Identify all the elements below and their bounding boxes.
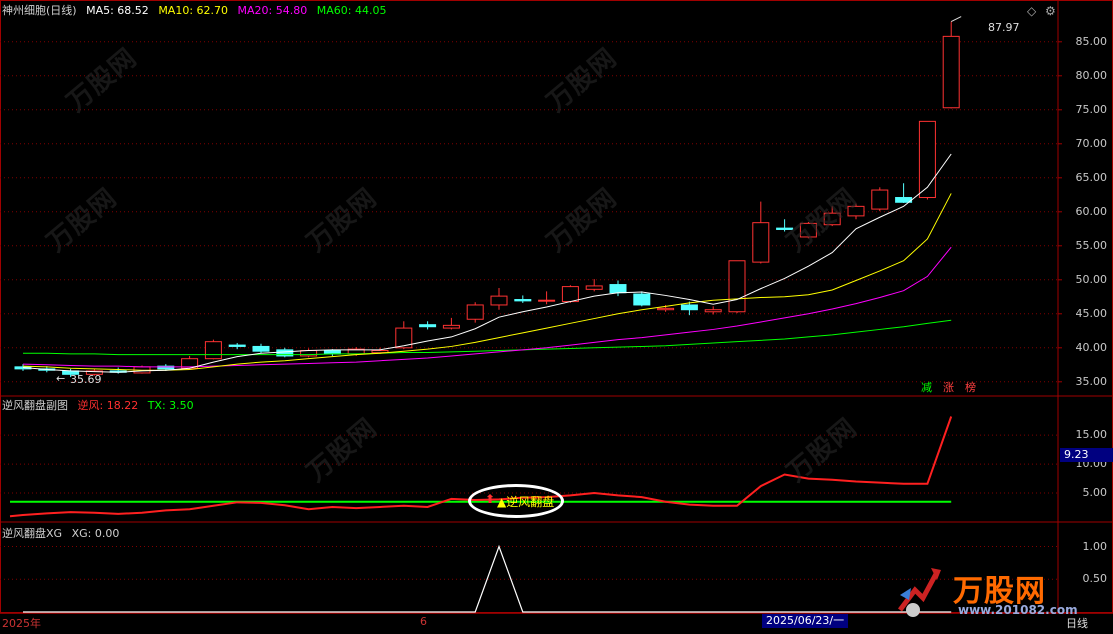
sub2-tick-label: 0.50 <box>1082 572 1108 586</box>
candle-body-down <box>323 350 341 355</box>
ma5-label: MA5: 68.52 <box>86 4 149 17</box>
candle-body-down <box>419 324 437 328</box>
candle-body-up <box>657 307 675 311</box>
price-tick-label: 70.00 <box>1075 136 1108 150</box>
sub1-nf-value: 逆风: 18.22 <box>77 399 139 412</box>
candle-body-down <box>680 304 698 311</box>
sub1-tick-label: 5.00 <box>1082 486 1108 500</box>
brand-logo-url: www.201082.com <box>958 603 1078 617</box>
tag-reduce[interactable]: 减 <box>918 381 935 395</box>
price-tick-label: 45.00 <box>1075 306 1108 320</box>
moving-average-lines <box>22 153 952 373</box>
candle-body-up <box>728 260 746 313</box>
price-tick-label: 40.00 <box>1075 340 1108 354</box>
diamond-icon[interactable]: ◇ <box>1027 4 1036 18</box>
ma60-label: MA60: 44.05 <box>316 4 387 17</box>
price-tick-label: 50.00 <box>1075 272 1108 286</box>
candle-body-up <box>942 35 960 109</box>
candle-body-up <box>371 350 389 354</box>
high-marker-line <box>950 16 962 23</box>
candle-body-up <box>490 295 508 306</box>
xg-line <box>23 544 952 613</box>
price-tick-label: 80.00 <box>1075 68 1108 82</box>
candle-body-up <box>704 309 722 313</box>
candle-body-down <box>514 299 532 302</box>
price-tick-label: 75.00 <box>1075 102 1108 116</box>
candle-body-down <box>252 345 270 352</box>
sub1-tx-value: TX: 3.50 <box>147 399 194 412</box>
stock-title[interactable]: 神州细胞(日线) <box>2 4 77 17</box>
date-cursor[interactable]: 2025/06/23/一 <box>762 614 849 628</box>
sub2-tick-label: 1.00 <box>1082 539 1108 553</box>
candle-body-up <box>442 324 460 329</box>
candle-body-up <box>847 205 865 217</box>
candle-body-up <box>752 222 770 263</box>
candle-body-up <box>538 299 556 302</box>
ma60-line <box>23 319 952 356</box>
sub2-xg-value: XG: 0.00 <box>71 527 120 540</box>
tag-rank[interactable]: 榜 <box>962 381 979 395</box>
low-price-arrow: ← <box>56 372 66 385</box>
candle-body-up <box>466 304 484 320</box>
sub2-header: 逆风翻盘XG XG: 0.00 <box>2 527 125 541</box>
sub2-title[interactable]: 逆风翻盘XG <box>2 527 62 540</box>
candle-body-up <box>871 189 889 210</box>
candle-body-up <box>799 222 817 238</box>
ma20-label: MA20: 54.80 <box>237 4 308 17</box>
candle-body-down <box>633 293 651 306</box>
date-axis-bar <box>0 613 1113 634</box>
signal-up-arrow-icon: ⬆ <box>485 492 496 506</box>
brand-logo-arrow-icon <box>895 560 945 620</box>
ma20-line <box>22 246 952 368</box>
sub1-tick-label: 15.00 <box>1075 428 1108 442</box>
candle-body-down <box>776 227 794 230</box>
candle-body-up <box>204 341 222 360</box>
main-chart-header: 神州细胞(日线) MA5: 68.52 MA10: 62.70 MA20: 54… <box>2 4 392 18</box>
kline-chart-canvas[interactable] <box>0 0 1113 633</box>
price-tick-label: 35.00 <box>1075 374 1108 388</box>
period-label[interactable]: 日线 <box>1066 615 1088 631</box>
sub1-header: 逆风翻盘副图 逆风: 18.22 TX: 3.50 <box>2 399 200 413</box>
candle-body-up <box>561 286 579 303</box>
high-price-annotation: 87.97 <box>988 21 1020 34</box>
price-tick-label: 55.00 <box>1075 238 1108 252</box>
candle-body-down <box>609 284 627 294</box>
ma10-line <box>22 193 952 371</box>
price-tick-label: 65.00 <box>1075 170 1108 184</box>
date-start: 2025年 <box>2 617 41 630</box>
candle-body-up <box>585 285 603 290</box>
candle-body-up <box>918 120 936 199</box>
candle-body-up <box>823 212 841 226</box>
sub1-title[interactable]: 逆风翻盘副图 <box>2 399 68 412</box>
price-tick-label: 85.00 <box>1075 34 1108 48</box>
signal-label: ▲逆风翻盘 <box>497 495 555 509</box>
date-mid: 6 <box>420 615 427 628</box>
sub1-current-value-badge: 9.23 <box>1060 448 1113 462</box>
settings-icon[interactable]: ⚙ <box>1045 4 1056 18</box>
ma10-label: MA10: 62.70 <box>158 4 229 17</box>
tag-rise[interactable]: 涨 <box>940 381 957 395</box>
candle-body-down <box>228 344 246 347</box>
low-price-annotation: 35.69 <box>70 373 102 386</box>
price-tick-label: 60.00 <box>1075 204 1108 218</box>
sub-chart-xg <box>23 544 952 613</box>
